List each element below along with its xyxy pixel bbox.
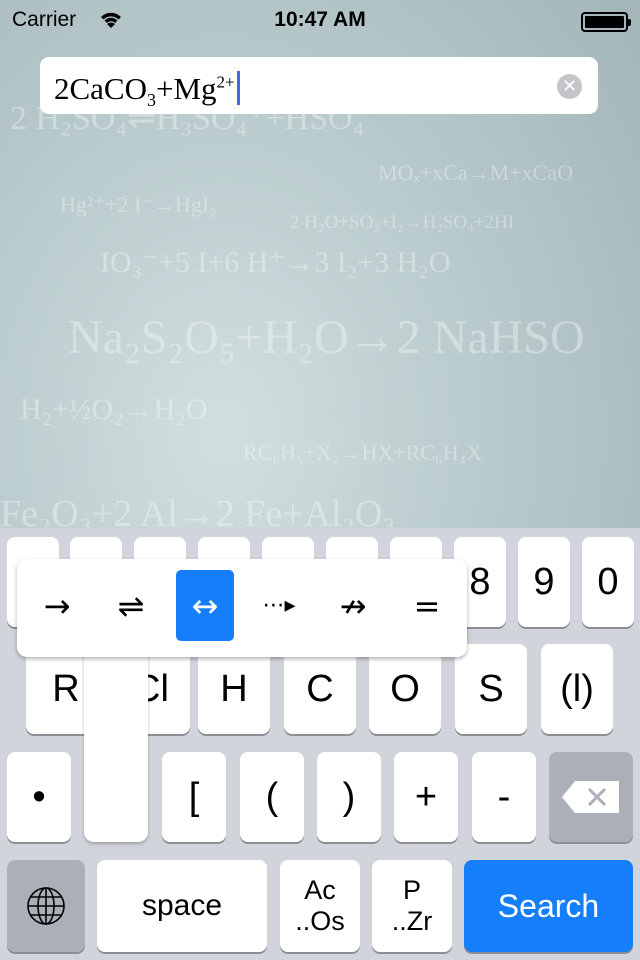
key-element[interactable]: O [369, 644, 441, 734]
background-equation: Na₂S₂O₅+H₂O→2 NaHSO [68, 311, 585, 364]
background-equation: MOₓ+xCa→M+xCaO [378, 160, 573, 185]
key-element[interactable]: H [198, 644, 270, 734]
equilibrium-option[interactable]: ⇌ [102, 570, 160, 641]
clear-circle-icon[interactable]: ✕ [557, 74, 582, 99]
key-symbol[interactable]: ( [240, 752, 304, 842]
backspace-key[interactable] [549, 752, 633, 842]
key-symbol[interactable]: + [394, 752, 458, 842]
arrow-right-option[interactable]: → [28, 570, 86, 641]
space-key[interactable]: space [97, 860, 267, 952]
clock: 10:47 AM [274, 8, 366, 31]
no-reaction-option[interactable]: ↛ [324, 570, 382, 641]
formula-text: 2CaCO3+Mg2+ [54, 71, 235, 111]
background-equation: Hg²⁺+2 I⁻→HgI₂ [60, 192, 217, 217]
globe-icon [27, 887, 65, 925]
popup-tail [84, 640, 148, 842]
search-button[interactable]: Search [464, 860, 633, 952]
text-caret [236, 71, 240, 105]
arrow-popup: → ⇌ ↔ ⋯▸ ↛ = [17, 559, 467, 657]
key-element[interactable]: C [284, 644, 356, 734]
key-element[interactable]: (l) [541, 644, 613, 734]
key-symbol[interactable]: [ [162, 752, 226, 842]
search-input[interactable]: 2CaCO3+Mg2+ ✕ [40, 57, 598, 114]
equals-option[interactable]: = [398, 570, 456, 641]
dotted-arrow-option[interactable]: ⋯▸ [250, 570, 308, 641]
status-bar: Carrier 10:47 AM [0, 0, 640, 40]
background-equation: H₂+½O₂→H₂O [20, 393, 208, 426]
key-symbol[interactable]: - [472, 752, 536, 842]
element-group-p-zr-key[interactable]: P ..Zr [372, 860, 452, 952]
globe-key[interactable] [7, 860, 85, 952]
resonance-option[interactable]: ↔ [176, 570, 234, 641]
battery-icon [581, 12, 631, 32]
background-equation: IO₃⁻+5 I+6 H⁺→3 I₂+3 H₂O [100, 246, 451, 279]
key-row1[interactable]: 0 [582, 537, 634, 627]
key-symbol[interactable]: ) [317, 752, 381, 842]
background-equation: 2 H₂O+SO₂+I₂→H₂SO₄+2HI [290, 212, 515, 233]
element-group-ac-os-key[interactable]: Ac ..Os [280, 860, 360, 952]
background-equation: RC₆H₅+X₂→HX+RC₆H₄X [243, 440, 483, 465]
key-element[interactable]: S [455, 644, 527, 734]
key-symbol[interactable]: • [7, 752, 71, 842]
key-row1[interactable]: 9 [518, 537, 570, 627]
backspace-icon [562, 781, 619, 813]
